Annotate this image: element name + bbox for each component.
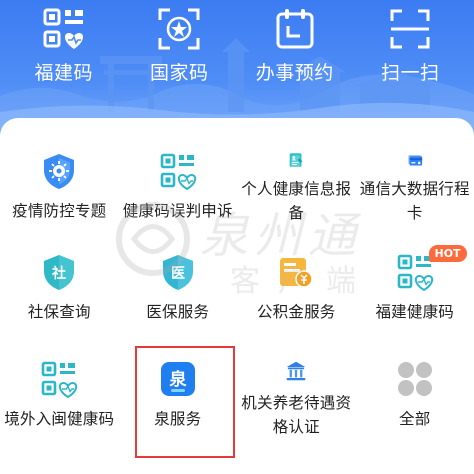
service-label: 福建健康码 (375, 303, 454, 321)
top-tool-fujian-code[interactable]: 福建码 (8, 0, 120, 90)
service-social-security[interactable]: 社 社保查询 (0, 225, 119, 332)
service-overseas-health-code[interactable]: 境外入闽健康码 (0, 332, 119, 439)
icon-glyph: 社 (51, 265, 66, 282)
service-panel: 疫情防控专题 健康码误判申诉 个人健康信息报备 通信大数据行程卡 社 社保查询 … (0, 118, 474, 474)
service-housing-fund[interactable]: 公积金服务 (237, 225, 356, 332)
top-tool-label: 办事预约 (255, 62, 334, 84)
service-label: 健康码误判申诉 (122, 202, 233, 220)
top-tool-appointment[interactable]: 办事预约 (239, 0, 351, 90)
service-health-code-appeal[interactable]: 健康码误判申诉 (119, 118, 238, 225)
service-label: 机关养老待遇资格认证 (241, 394, 352, 436)
quan-app-icon: 泉 (160, 362, 195, 396)
calendar-icon (276, 9, 314, 49)
institution-icon (286, 361, 306, 381)
top-tool-label: 扫一扫 (380, 62, 440, 84)
qr-badge-icon (158, 8, 200, 50)
top-tool-label: 福建码 (34, 62, 93, 84)
social-security-icon: 社 (44, 255, 75, 290)
service-label: 境外入闽健康码 (4, 410, 115, 428)
service-pension-certification[interactable]: 机关养老待遇资格认证 (237, 332, 356, 439)
service-label: 疫情防控专题 (12, 202, 107, 220)
shield-virus-icon (44, 154, 75, 189)
top-tool-label: 国家码 (149, 62, 209, 84)
qr-heart-icon (160, 153, 196, 190)
service-label: 泉服务 (154, 410, 202, 428)
service-label: 社保查询 (27, 303, 91, 321)
service-grid: 疫情防控专题 健康码误判申诉 个人健康信息报备 通信大数据行程卡 社 社保查询 … (0, 118, 474, 458)
service-label: 通信大数据行程卡 (359, 180, 470, 222)
top-tool-scan[interactable]: 扫一扫 (354, 0, 466, 90)
icon-glyph: 泉 (168, 369, 187, 390)
service-all[interactable]: 全部 (356, 332, 474, 439)
housing-fund-icon (280, 258, 313, 288)
service-label: 个人健康信息报备 (241, 180, 352, 222)
service-label: 医保服务 (146, 303, 210, 321)
service-travel-card[interactable]: 通信大数据行程卡 (356, 118, 474, 225)
id-card-icon (289, 153, 303, 167)
hot-badge: HOT (428, 245, 467, 262)
service-label: 公积金服务 (256, 303, 336, 321)
service-fujian-health-code[interactable]: HOT 福建健康码 (356, 225, 474, 332)
scan-icon (390, 9, 430, 49)
icon-glyph: 医 (171, 266, 185, 282)
medical-insurance-icon: 医 (162, 255, 193, 290)
travel-card-icon (408, 154, 422, 166)
all-grid-icon (397, 362, 432, 396)
qr-heart-icon (43, 8, 83, 49)
service-epidemic-prevention[interactable]: 疫情防控专题 (0, 118, 119, 225)
service-medical-insurance[interactable]: 医 医保服务 (119, 225, 238, 332)
qr-heart-icon (41, 361, 78, 398)
service-quan-service[interactable]: 泉 泉服务 (119, 332, 238, 458)
top-toolbar: 福建码 国家码 办事预约 扫一扫 (0, 0, 474, 90)
service-label: 全部 (399, 410, 431, 428)
top-tool-national-code[interactable]: 国家码 (123, 0, 235, 90)
service-health-report[interactable]: 个人健康信息报备 (237, 118, 356, 225)
